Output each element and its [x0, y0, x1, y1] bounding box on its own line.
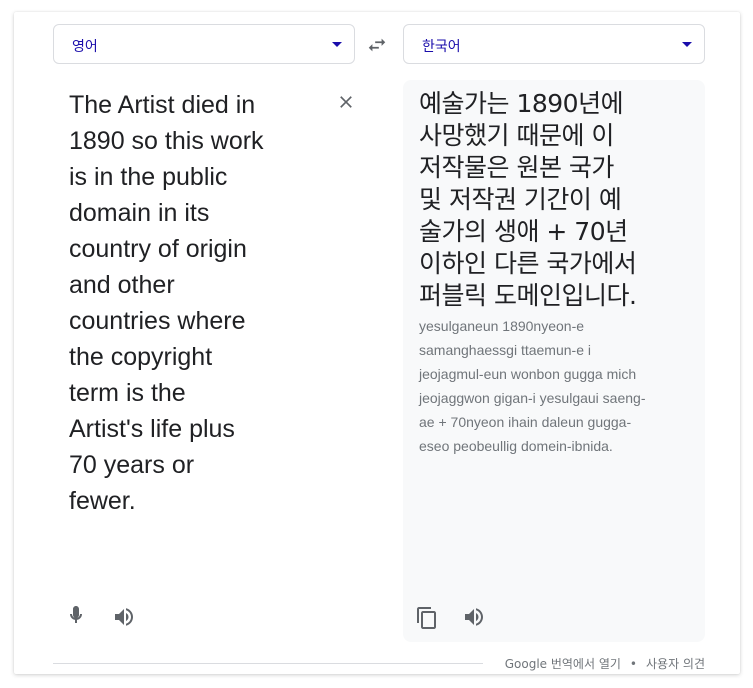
chevron-down-icon [682, 42, 692, 47]
copy-icon [417, 607, 436, 629]
romanization-text: yesulganeun 1890nyeon-e samanghaessgi tt… [419, 318, 646, 454]
footer-divider [53, 663, 483, 664]
translation-text: 예술가는 1890년에 사망했기 때문에 이 저작물은 원본 국가 및 저작권 … [419, 89, 637, 310]
footer-separator: • [629, 657, 637, 671]
feedback-link[interactable]: 사용자 의견 [646, 657, 705, 671]
clear-source-button[interactable] [336, 92, 356, 112]
copy-translation-button[interactable] [415, 606, 439, 630]
speaker-icon [115, 608, 133, 626]
open-in-google-translate-link[interactable]: Google 번역에서 열기 [505, 657, 621, 671]
source-language-select[interactable]: 영어 [53, 24, 355, 64]
microphone-icon [70, 606, 82, 623]
translate-card: 영어 한국어 The Artist died in 1890 so this w… [14, 12, 740, 674]
chevron-down-icon [332, 42, 342, 47]
target-language-label: 한국어 [422, 39, 461, 55]
translation-panel: 예술가는 1890년에 사망했기 때문에 이 저작물은 원본 국가 및 저작권 … [403, 80, 705, 642]
footer: Google 번역에서 열기 • 사용자 의견 [505, 655, 705, 672]
swap-languages-button[interactable] [366, 34, 388, 56]
source-text-input[interactable]: The Artist died in 1890 so this work is … [69, 87, 319, 519]
voice-input-button[interactable] [64, 604, 88, 628]
swap-icon [368, 38, 386, 52]
source-language-label: 영어 [72, 39, 98, 55]
close-icon [340, 96, 352, 108]
listen-translation-button[interactable] [462, 605, 486, 629]
target-language-select[interactable]: 한국어 [403, 24, 705, 64]
speaker-icon [465, 608, 483, 626]
listen-source-button[interactable] [112, 605, 136, 629]
